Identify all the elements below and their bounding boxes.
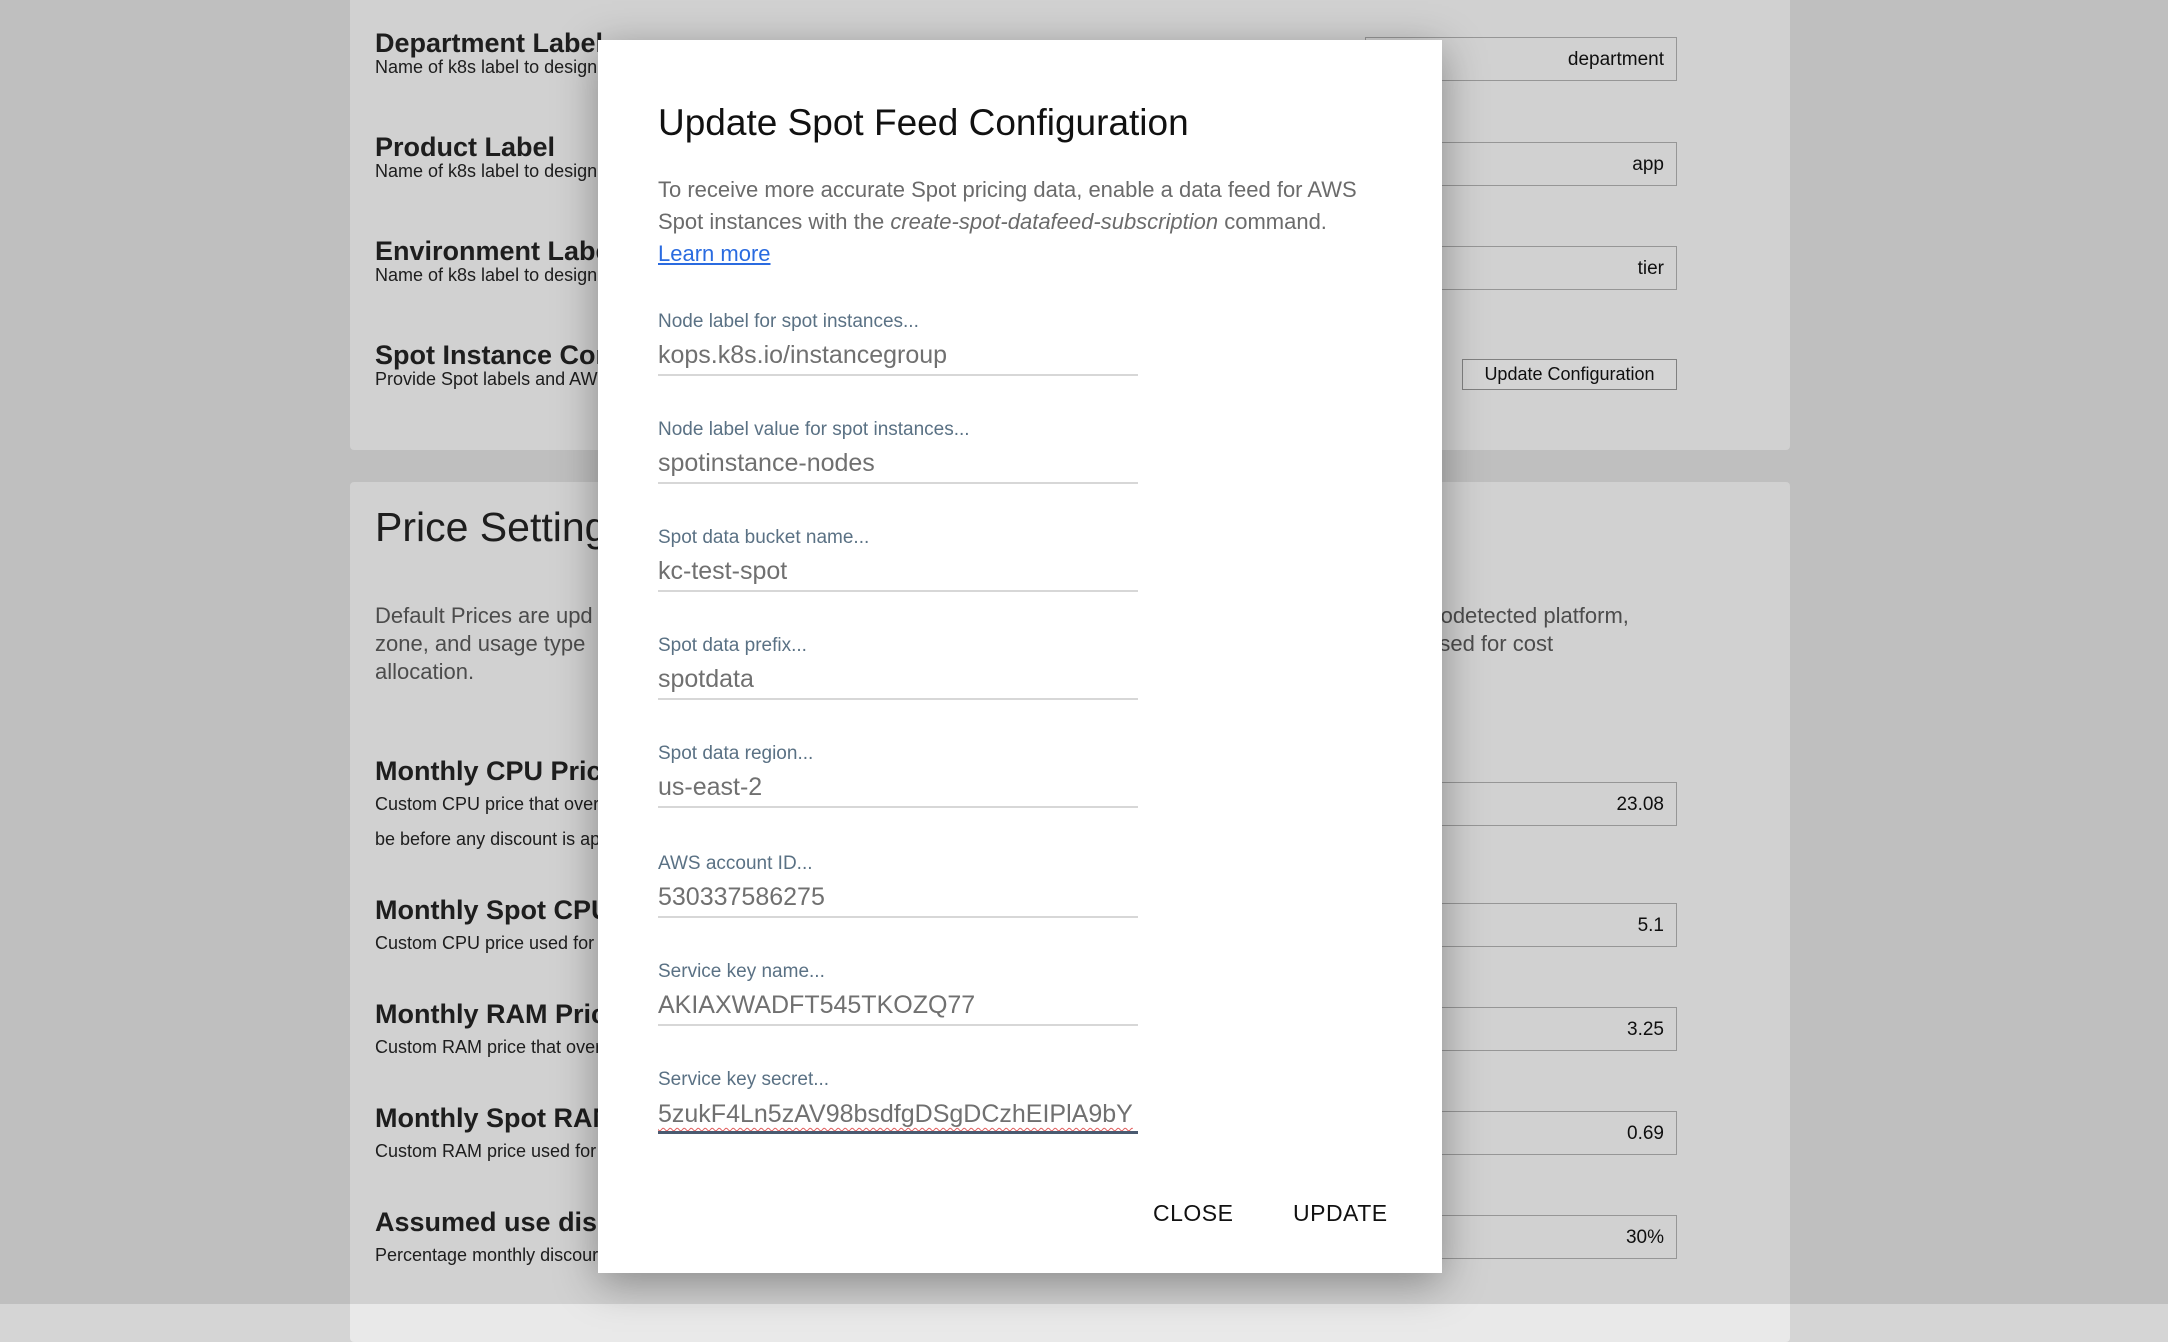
data-region-field: Spot data region...: [658, 742, 1138, 808]
update-button[interactable]: UPDATE: [1283, 1192, 1398, 1235]
node-label-value-field: Node label value for spot instances...: [658, 418, 1138, 484]
dialog-desc-command: create-spot-datafeed-subscription: [890, 209, 1219, 234]
node-label-label: Node label for spot instances...: [658, 311, 919, 332]
spot-feed-config-dialog: Update Spot Feed Configuration To receiv…: [598, 40, 1442, 1273]
service-key-secret-value: 5zukF4Ln5zAV98bsdfgDSgDCzhEIPlA9bY: [658, 1100, 1133, 1128]
service-key-secret-label: Service key secret...: [658, 1069, 830, 1090]
node-label-field: Node label for spot instances...: [658, 310, 1138, 376]
data-region-label: Spot data region...: [658, 743, 814, 764]
learn-more-link[interactable]: Learn more: [658, 241, 771, 266]
data-prefix-label: Spot data prefix...: [658, 635, 807, 656]
aws-account-id-field: AWS account ID...: [658, 852, 1138, 918]
service-key-name-field: Service key name...: [658, 960, 1138, 1026]
node-label-value-input[interactable]: [658, 444, 1138, 484]
close-button[interactable]: CLOSE: [1143, 1192, 1243, 1235]
node-label-value-label: Node label value for spot instances...: [658, 419, 970, 440]
service-key-secret-input[interactable]: 5zukF4Ln5zAV98bsdfgDSgDCzhEIPlA9bY: [658, 1094, 1138, 1134]
service-key-name-input[interactable]: [658, 986, 1138, 1026]
node-label-input[interactable]: [658, 336, 1138, 376]
data-prefix-input[interactable]: [658, 660, 1138, 700]
aws-account-id-input[interactable]: [658, 878, 1138, 918]
aws-account-id-label: AWS account ID...: [658, 853, 813, 874]
data-prefix-field: Spot data prefix...: [658, 634, 1138, 700]
dialog-description: To receive more accurate Spot pricing da…: [658, 174, 1398, 270]
data-region-input[interactable]: [658, 768, 1138, 808]
dialog-title: Update Spot Feed Configuration: [658, 102, 1189, 143]
bucket-name-label: Spot data bucket name...: [658, 527, 870, 548]
service-key-name-label: Service key name...: [658, 961, 825, 982]
service-key-secret-field: Service key secret... 5zukF4Ln5zAV98bsdf…: [658, 1068, 1138, 1134]
bucket-name-field: Spot data bucket name...: [658, 526, 1138, 592]
bucket-name-input[interactable]: [658, 552, 1138, 592]
dialog-desc-after: command.: [1218, 209, 1327, 234]
